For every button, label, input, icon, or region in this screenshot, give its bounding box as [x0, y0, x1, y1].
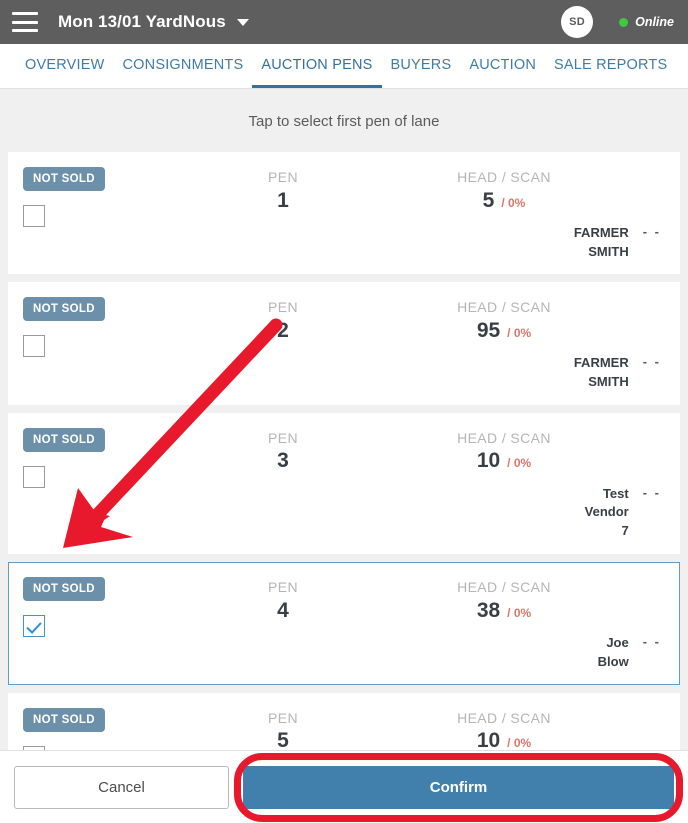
- pen-number-column: PEN 1: [223, 167, 343, 261]
- pen-select-checkbox[interactable]: [23, 615, 45, 638]
- pen-left-column: NOT SOLD: [23, 427, 223, 541]
- online-status-label: Online: [635, 15, 674, 29]
- status-badge[interactable]: NOT SOLD: [23, 577, 105, 602]
- pen-label: PEN: [268, 299, 298, 316]
- pen-number-column: PEN 5: [223, 708, 343, 750]
- headscan-label: HEAD / SCAN: [457, 429, 551, 446]
- tab-consignments[interactable]: CONSIGNMENTS: [114, 44, 253, 88]
- content-area: Tap to select first pen of lane NOT SOLD…: [0, 89, 688, 750]
- pen-headscan-column: HEAD / SCAN 95 / 0% FARMER SMITH - -: [343, 297, 665, 391]
- avatar[interactable]: SD: [561, 6, 594, 38]
- scan-percent: / 0%: [501, 195, 526, 210]
- pen-number: 3: [277, 449, 289, 473]
- online-status-dot-icon: [619, 17, 629, 27]
- scan-percent: / 0%: [507, 456, 532, 471]
- vendor-name: FARMER SMITH: [573, 224, 629, 259]
- hamburger-menu-icon[interactable]: [12, 12, 38, 32]
- headscan-values: 38 / 0%: [477, 597, 531, 624]
- head-count: 10: [476, 729, 501, 750]
- top-bar: Mon 13/01 YardNous SD Online: [0, 0, 688, 44]
- vendor-row: FARMER SMITH - -: [343, 354, 665, 392]
- scan-percent: / 0%: [507, 605, 532, 620]
- status-badge[interactable]: NOT SOLD: [23, 167, 105, 191]
- status-badge[interactable]: NOT SOLD: [23, 427, 105, 452]
- vendor-dashes: - -: [642, 484, 661, 500]
- pen-number: 4: [277, 598, 289, 622]
- cancel-button[interactable]: Cancel: [14, 765, 229, 809]
- pen-number-column: PEN 4: [223, 577, 343, 671]
- tab-bar: OVERVIEW CONSIGNMENTS AUCTION PENS BUYER…: [0, 44, 688, 89]
- pen-label: PEN: [268, 709, 298, 726]
- head-count: 95: [476, 318, 501, 342]
- status-badge[interactable]: NOT SOLD: [23, 297, 105, 322]
- pen-label: PEN: [268, 169, 298, 185]
- pen-number-column: PEN 3: [223, 428, 343, 541]
- pen-headscan-column: HEAD / SCAN 5 / 0% FARMER SMITH - -: [343, 167, 665, 261]
- pen-label: PEN: [268, 429, 298, 446]
- pen-list: NOT SOLD PEN 1 HEAD / SCAN 5 / 0% FARMER…: [0, 152, 688, 750]
- headscan-values: 95 / 0%: [477, 317, 531, 344]
- tab-buyers[interactable]: BUYERS: [382, 44, 461, 88]
- pen-number: 1: [277, 188, 289, 212]
- vendor-row: FARMER SMITH - -: [343, 224, 665, 262]
- pen-number: 2: [277, 318, 289, 342]
- headscan-label: HEAD / SCAN: [457, 169, 551, 185]
- table-row[interactable]: NOT SOLD PEN 5 HEAD / SCAN 10 / 0% Old M…: [8, 692, 680, 750]
- vendor-row: Test Vendor 7 - -: [343, 485, 665, 542]
- pen-label: PEN: [268, 579, 298, 596]
- pen-left-column: NOT SOLD: [23, 577, 223, 671]
- pen-left-column: NOT SOLD: [23, 297, 223, 391]
- pen-headscan-column: HEAD / SCAN 10 / 0% Test Vendor 7 - -: [343, 428, 665, 541]
- scan-percent: / 0%: [507, 736, 532, 750]
- table-row[interactable]: NOT SOLD PEN 2 HEAD / SCAN 95 / 0% FARME…: [8, 282, 680, 405]
- vendor-name: FARMER SMITH: [573, 355, 629, 390]
- connection-status: Online: [619, 15, 674, 29]
- action-bar: Cancel Confirm: [0, 750, 688, 823]
- table-row[interactable]: NOT SOLD PEN 1 HEAD / SCAN 5 / 0% FARMER…: [8, 152, 680, 275]
- pen-number: 5: [277, 729, 289, 750]
- table-row[interactable]: NOT SOLD PEN 4 HEAD / SCAN 38 / 0% Joe B…: [8, 562, 680, 685]
- tab-auction[interactable]: AUCTION: [460, 44, 545, 88]
- headscan-values: 10 / 0%: [477, 447, 531, 474]
- headscan-values: 10 / 0%: [477, 727, 531, 750]
- vendor-dashes: - -: [642, 223, 661, 239]
- vendor-name: Test Vendor 7: [584, 485, 629, 539]
- pen-select-checkbox[interactable]: [23, 465, 45, 488]
- pen-number-column: PEN 2: [223, 297, 343, 391]
- vendor-name: Joe Blow: [597, 634, 629, 669]
- pen-select-checkbox[interactable]: [23, 335, 45, 358]
- head-count: 5: [482, 188, 495, 212]
- scan-percent: / 0%: [507, 325, 532, 340]
- sale-title: Mon 13/01 YardNous: [58, 12, 226, 31]
- pen-headscan-column: HEAD / SCAN 10 / 0% Old Mate Farmer - -: [343, 708, 665, 750]
- tab-overview[interactable]: OVERVIEW: [16, 44, 114, 88]
- head-count: 38: [476, 598, 501, 622]
- chevron-down-icon[interactable]: [236, 18, 249, 26]
- vendor-dashes: - -: [642, 354, 661, 370]
- status-badge[interactable]: NOT SOLD: [23, 707, 105, 732]
- head-count: 10: [476, 449, 501, 473]
- confirm-button[interactable]: Confirm: [243, 765, 674, 809]
- tab-sale-reports[interactable]: SALE REPORTS: [545, 44, 676, 88]
- vendor-row: Joe Blow - -: [343, 634, 665, 672]
- confirm-button-wrapper: Confirm: [234, 752, 683, 822]
- pen-select-checkbox[interactable]: [23, 205, 45, 227]
- auction-pens-screen: Mon 13/01 YardNous SD Online OVERVIEW CO…: [0, 0, 688, 823]
- headscan-values: 5 / 0%: [483, 187, 526, 214]
- table-row[interactable]: NOT SOLD PEN 3 HEAD / SCAN 10 / 0% Test …: [8, 412, 680, 555]
- pen-left-column: NOT SOLD: [23, 167, 223, 261]
- vendor-dashes: - -: [642, 633, 661, 649]
- headscan-label: HEAD / SCAN: [457, 299, 551, 316]
- headscan-label: HEAD / SCAN: [457, 709, 551, 726]
- pen-headscan-column: HEAD / SCAN 38 / 0% Joe Blow - -: [343, 577, 665, 671]
- lane-hint-text: Tap to select first pen of lane: [248, 113, 440, 130]
- tab-auction-pens[interactable]: AUCTION PENS: [252, 44, 382, 88]
- pen-left-column: NOT SOLD: [23, 707, 223, 750]
- headscan-label: HEAD / SCAN: [457, 579, 551, 596]
